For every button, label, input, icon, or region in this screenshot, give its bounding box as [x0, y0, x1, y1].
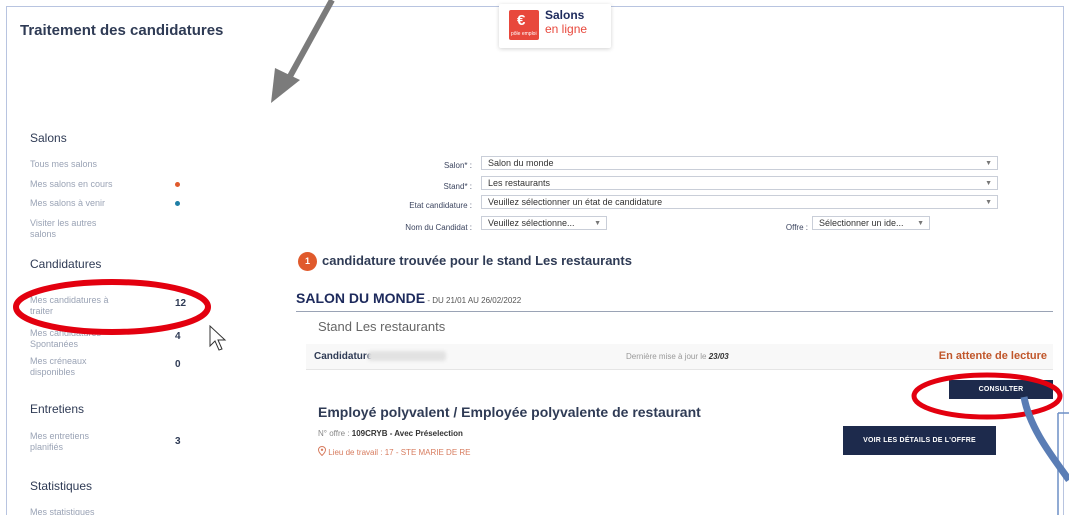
- sidebar-item-entretiens-planifies[interactable]: Mes entretiens planifiés: [30, 431, 110, 453]
- count-creneaux-disponibles: 0: [175, 359, 181, 370]
- stand-select[interactable]: Les restaurants ▼: [481, 176, 998, 190]
- salon-select[interactable]: Salon du monde ▼: [481, 156, 998, 170]
- brand-mark-glyph: €: [517, 12, 526, 29]
- nom-candidat-select-value: Veuillez sélectionne...: [488, 218, 575, 228]
- brand-logo[interactable]: € pôle emploi Salons en ligne: [499, 4, 611, 48]
- nom-candidat-select[interactable]: Veuillez sélectionne... ▼: [481, 216, 607, 230]
- sidebar-item-candidatures-a-traiter[interactable]: Mes candidatures à traiter: [30, 295, 120, 317]
- sidebar-item-mes-statistiques[interactable]: Mes statistiques: [30, 507, 130, 515]
- sidebar-item-salons-a-venir[interactable]: Mes salons à venir: [30, 198, 130, 209]
- last-update-value: 23/03: [708, 352, 729, 361]
- job-title: Employé polyvalent / Employée polyvalent…: [318, 404, 701, 420]
- count-candidatures-a-traiter: 12: [175, 298, 187, 309]
- offre-label: Offre :: [785, 223, 808, 232]
- chevron-down-icon: ▼: [917, 220, 924, 227]
- sidebar-item-salons-en-cours[interactable]: Mes salons en cours: [30, 179, 130, 190]
- page-title: Traitement des candidatures: [20, 22, 224, 39]
- sidebar-section-statistiques: Statistiques: [30, 479, 93, 493]
- chevron-down-icon: ▼: [985, 160, 992, 167]
- result-summary: candidature trouvée pour le stand Les re…: [322, 253, 632, 268]
- salon-label: Salon* :: [443, 161, 472, 170]
- sidebar-item-visiter-salons[interactable]: Visiter les autres salons: [30, 218, 110, 240]
- status-dot-en-cours: [175, 182, 180, 187]
- chevron-down-icon: ▼: [985, 180, 992, 187]
- chevron-down-icon: ▼: [985, 199, 992, 206]
- result-count-badge: 1: [298, 252, 317, 271]
- salon-title: SALON DU MONDE - DU 21/01 AU 26/02/2022: [296, 290, 521, 306]
- offer-number: N° offre : 109CRYB - Avec Préselection: [318, 429, 463, 438]
- chevron-down-icon: ▼: [594, 220, 601, 227]
- stand-select-value: Les restaurants: [488, 178, 551, 188]
- offer-number-label: N° offre :: [318, 429, 350, 438]
- etat-label: Etat candidature :: [409, 201, 472, 210]
- brand-line2: en ligne: [545, 22, 588, 36]
- candidature-card-body: CONSULTER Employé polyvalent / Employée …: [306, 370, 1053, 470]
- workplace-text: Lieu de travail : 17 - STE MARIE DE RE: [328, 448, 471, 457]
- nom-candidat-label: Nom du Candidat :: [405, 223, 472, 232]
- voir-details-offre-button[interactable]: VOIR LES DÉTAILS DE L'OFFRE: [843, 426, 996, 455]
- offer-number-value: 109CRYB - Avec Préselection: [351, 429, 463, 438]
- etat-select[interactable]: Veuillez sélectionner un état de candida…: [481, 195, 998, 209]
- salon-dates: - DU 21/01 AU 26/02/2022: [425, 296, 522, 305]
- salon-name: SALON DU MONDE: [296, 290, 426, 306]
- sidebar-item-creneaux-disponibles[interactable]: Mes créneaux disponibles: [30, 356, 110, 378]
- candidature-label: Candidature: [314, 351, 373, 362]
- divider: [296, 311, 1053, 312]
- salon-select-value: Salon du monde: [488, 158, 554, 168]
- count-entretiens-planifies: 3: [175, 436, 181, 447]
- status-badge: En attente de lecture: [938, 350, 1047, 362]
- last-update: Dernière mise à jour le 23/03: [626, 352, 729, 361]
- consulter-button[interactable]: CONSULTER: [949, 380, 1053, 399]
- candidate-name-redacted: [368, 351, 446, 361]
- status-dot-a-venir: [175, 201, 180, 206]
- workplace: Lieu de travail : 17 - STE MARIE DE RE: [317, 445, 471, 457]
- sidebar-section-candidatures: Candidatures: [30, 257, 102, 271]
- stand-label: Stand* :: [443, 182, 472, 191]
- offre-select[interactable]: Sélectionner un ide... ▼: [812, 216, 930, 230]
- brand-line1: Salons: [545, 8, 585, 22]
- sidebar-section-entretiens: Entretiens: [30, 402, 85, 416]
- etat-select-value: Veuillez sélectionner un état de candida…: [488, 197, 663, 207]
- candidature-card-header: Candidature Dernière mise à jour le 23/0…: [306, 344, 1053, 370]
- pole-emploi-logo-icon: € pôle emploi: [509, 10, 539, 40]
- stand-title: Stand Les restaurants: [318, 319, 446, 334]
- sidebar-section-salons: Salons: [30, 131, 67, 145]
- last-update-label: Dernière mise à jour le: [626, 352, 707, 361]
- brand-mark-sub: pôle emploi: [511, 31, 537, 37]
- sidebar-item-candidatures-spontanees[interactable]: Mes candidatures Spontanées: [30, 328, 120, 350]
- offre-select-value: Sélectionner un ide...: [819, 218, 904, 228]
- count-candidatures-spontanees: 4: [175, 331, 181, 342]
- location-pin-icon: [317, 445, 327, 457]
- sidebar-item-tous-mes-salons[interactable]: Tous mes salons: [30, 159, 130, 170]
